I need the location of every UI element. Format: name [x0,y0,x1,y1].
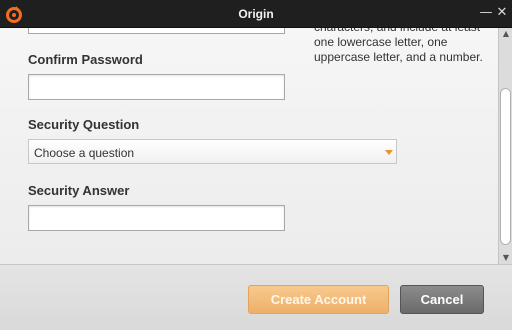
create-account-button[interactable]: Create Account [248,285,389,314]
security-answer-field[interactable] [28,205,285,231]
security-question-label: Security Question [28,117,140,132]
security-question-value: Choose a question [34,146,135,160]
chevron-down-icon [385,150,393,155]
confirm-password-label: Confirm Password [28,52,143,67]
title-bar: Origin — ✕ [0,0,512,28]
password-requirements-hint: characters, and include at least one low… [314,28,483,64]
password-field[interactable] [28,28,285,34]
scroll-down-arrow-icon[interactable]: ▼ [499,252,512,264]
footer-bar: Create Account Cancel [0,264,512,330]
scroll-thumb[interactable] [500,88,511,245]
window-title: Origin [238,7,274,21]
confirm-password-field[interactable] [28,74,285,100]
security-answer-label: Security Answer [28,183,130,198]
security-question-select[interactable]: Choose a question [28,139,397,164]
vertical-scrollbar[interactable]: ▲ ▼ [498,28,512,264]
close-button[interactable]: ✕ [492,4,512,22]
form-panel: characters, and include at least one low… [0,28,498,264]
cancel-button[interactable]: Cancel [400,285,484,314]
scroll-up-arrow-icon[interactable]: ▲ [499,28,512,40]
